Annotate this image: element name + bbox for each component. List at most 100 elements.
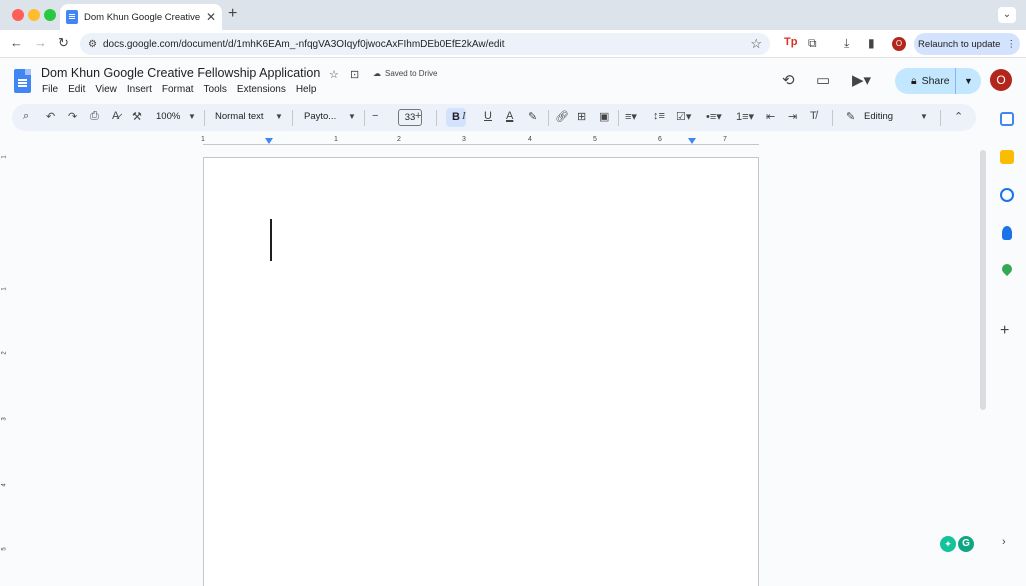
editing-pencil-icon[interactable]: ✎ xyxy=(846,110,855,123)
editing-mode-select[interactable]: Editing xyxy=(864,111,893,122)
bulleted-list-icon[interactable]: •≡▾ xyxy=(706,110,722,123)
mode-caret-icon[interactable]: ▼ xyxy=(920,112,928,121)
site-info-icon[interactable]: ⚙ xyxy=(88,39,97,50)
comment-icon[interactable]: ▭ xyxy=(816,71,830,89)
menu-insert[interactable]: Insert xyxy=(127,84,152,95)
share-dropdown-caret-icon[interactable]: ▼ xyxy=(955,68,973,94)
increase-font-size-icon[interactable]: + xyxy=(415,110,421,122)
paint-format-icon[interactable]: ⚒ xyxy=(132,110,142,123)
align-icon[interactable]: ≡▾ xyxy=(625,110,637,123)
italic-button[interactable]: I xyxy=(462,110,466,122)
divider xyxy=(204,110,205,126)
forward-arrow-icon[interactable]: → xyxy=(34,35,47,50)
tab-close-icon[interactable]: ✕ xyxy=(206,10,216,24)
text-cursor xyxy=(270,219,272,261)
maps-icon[interactable] xyxy=(999,261,1015,277)
horizontal-ruler[interactable]: 1 1 2 3 4 5 6 7 xyxy=(201,136,759,148)
hide-menus-chevron-icon[interactable]: ⌃ xyxy=(954,110,963,123)
docs-logo-icon[interactable] xyxy=(14,69,31,93)
add-comment-icon[interactable]: ⊞ xyxy=(577,110,586,123)
highlight-pen-icon[interactable]: ✎ xyxy=(528,110,537,123)
text-color-button[interactable]: A xyxy=(506,110,513,122)
insert-image-icon[interactable]: ▣ xyxy=(599,110,609,123)
tasks-icon[interactable] xyxy=(1000,188,1014,202)
saved-status[interactable]: ☁ Saved to Drive xyxy=(373,69,437,78)
maximize-window-button[interactable] xyxy=(44,9,56,21)
document-scrollbar[interactable] xyxy=(980,150,986,410)
close-window-button[interactable] xyxy=(12,9,24,21)
star-icon[interactable]: ☆ xyxy=(329,68,339,81)
side-panel-icon[interactable]: ▮ xyxy=(868,36,875,50)
calendar-icon[interactable] xyxy=(1000,112,1014,126)
account-avatar[interactable]: O xyxy=(990,69,1012,91)
vertical-ruler: 1 1 2 3 4 5 xyxy=(2,150,12,580)
hide-side-panel-chevron-icon[interactable]: › xyxy=(1002,536,1006,548)
menu-help[interactable]: Help xyxy=(296,84,317,95)
extensions-puzzle-icon[interactable]: ⧉ xyxy=(808,36,817,51)
menu-extensions[interactable]: Extensions xyxy=(237,84,286,95)
relaunch-update-button[interactable]: Relaunch to update ⋮ xyxy=(914,33,1020,55)
search-menus-icon[interactable]: ⌕ xyxy=(23,110,29,123)
bookmark-star-icon[interactable]: ☆ xyxy=(750,36,762,52)
zoom-caret-icon[interactable]: ▼ xyxy=(188,112,196,121)
decrease-font-size-icon[interactable]: − xyxy=(372,110,378,122)
insert-link-icon[interactable]: 🔗︎ xyxy=(555,110,569,123)
formatting-toolbar: ⌕ ↶ ↷ ⎙ A̷ ⚒ 100% ▼ Normal text ▼ Payto.… xyxy=(12,104,976,131)
left-indent-marker[interactable] xyxy=(265,138,273,144)
contacts-icon[interactable] xyxy=(1002,226,1012,240)
font-caret-icon[interactable]: ▼ xyxy=(348,112,356,121)
divider xyxy=(618,110,619,126)
new-tab-button[interactable]: + xyxy=(228,5,237,23)
cloud-check-icon: ☁ xyxy=(373,69,381,78)
line-spacing-icon[interactable]: ↕≡ xyxy=(653,110,665,122)
underline-button[interactable]: U xyxy=(484,110,492,122)
checklist-icon[interactable]: ☑▾ xyxy=(676,110,691,123)
move-folder-icon[interactable]: ⊡ xyxy=(350,68,359,81)
ruler-number: 4 xyxy=(528,136,532,143)
clear-formatting-icon[interactable]: T̸ xyxy=(810,110,817,122)
relaunch-label: Relaunch to update xyxy=(918,38,1001,50)
redo-icon[interactable]: ↷ xyxy=(68,110,77,123)
menu-view[interactable]: View xyxy=(95,84,117,95)
version-history-icon[interactable]: ⟲ xyxy=(782,71,795,89)
download-icon[interactable]: ⤓ xyxy=(844,36,849,51)
undo-icon[interactable]: ↶ xyxy=(46,110,55,123)
tp-extension-icon[interactable]: Tp xyxy=(784,36,797,48)
menu-tools[interactable]: Tools xyxy=(204,84,227,95)
style-caret-icon[interactable]: ▼ xyxy=(275,112,283,121)
grammarly-logo-icon[interactable]: G xyxy=(958,536,974,552)
tab-search-chevron-icon[interactable]: ⌄ xyxy=(998,7,1016,23)
right-indent-marker[interactable] xyxy=(688,138,696,144)
document-title[interactable]: Dom Khun Google Creative Fellowship Appl… xyxy=(41,66,320,80)
increase-indent-icon[interactable]: ⇥ xyxy=(788,110,797,123)
ruler-number: 2 xyxy=(397,136,401,143)
divider xyxy=(292,110,293,126)
spellcheck-icon[interactable]: A̷ xyxy=(112,110,119,122)
menu-format[interactable]: Format xyxy=(162,84,194,95)
ruler-number: 3 xyxy=(462,136,466,143)
browser-tab[interactable]: Dom Khun Google Creative Fellowship Appl… xyxy=(60,4,222,30)
menu-edit[interactable]: Edit xyxy=(68,84,85,95)
print-icon[interactable]: ⎙ xyxy=(90,110,99,123)
reload-icon[interactable]: ↻ xyxy=(58,35,69,51)
profile-avatar-small[interactable]: O xyxy=(892,37,906,51)
minimize-window-button[interactable] xyxy=(28,9,40,21)
add-addon-icon[interactable]: + xyxy=(1000,322,1009,340)
meet-video-icon[interactable]: ▶▾ xyxy=(852,71,871,89)
menu-file[interactable]: File xyxy=(42,84,58,95)
document-page[interactable] xyxy=(203,157,759,586)
grammarly-bulb-icon[interactable]: ✦ xyxy=(940,536,956,552)
paragraph-style-select[interactable]: Normal text xyxy=(215,111,264,122)
grammarly-widget[interactable]: ✦ G xyxy=(940,536,974,554)
vruler-number: 1 xyxy=(1,287,8,291)
font-select[interactable]: Payto... xyxy=(304,111,336,122)
numbered-list-icon[interactable]: 1≡▾ xyxy=(736,110,754,123)
keep-icon[interactable] xyxy=(1000,150,1014,164)
decrease-indent-icon[interactable]: ⇤ xyxy=(766,110,775,123)
share-button[interactable]: 🔒︎ Share ▼ xyxy=(895,68,981,94)
back-arrow-icon[interactable]: ← xyxy=(10,35,23,50)
zoom-select[interactable]: 100% xyxy=(156,111,180,122)
address-bar[interactable]: ⚙ docs.google.com/document/d/1mhK6EAm_-n… xyxy=(80,33,770,55)
ruler-number: 7 xyxy=(723,136,727,143)
vruler-number: 5 xyxy=(1,547,8,551)
